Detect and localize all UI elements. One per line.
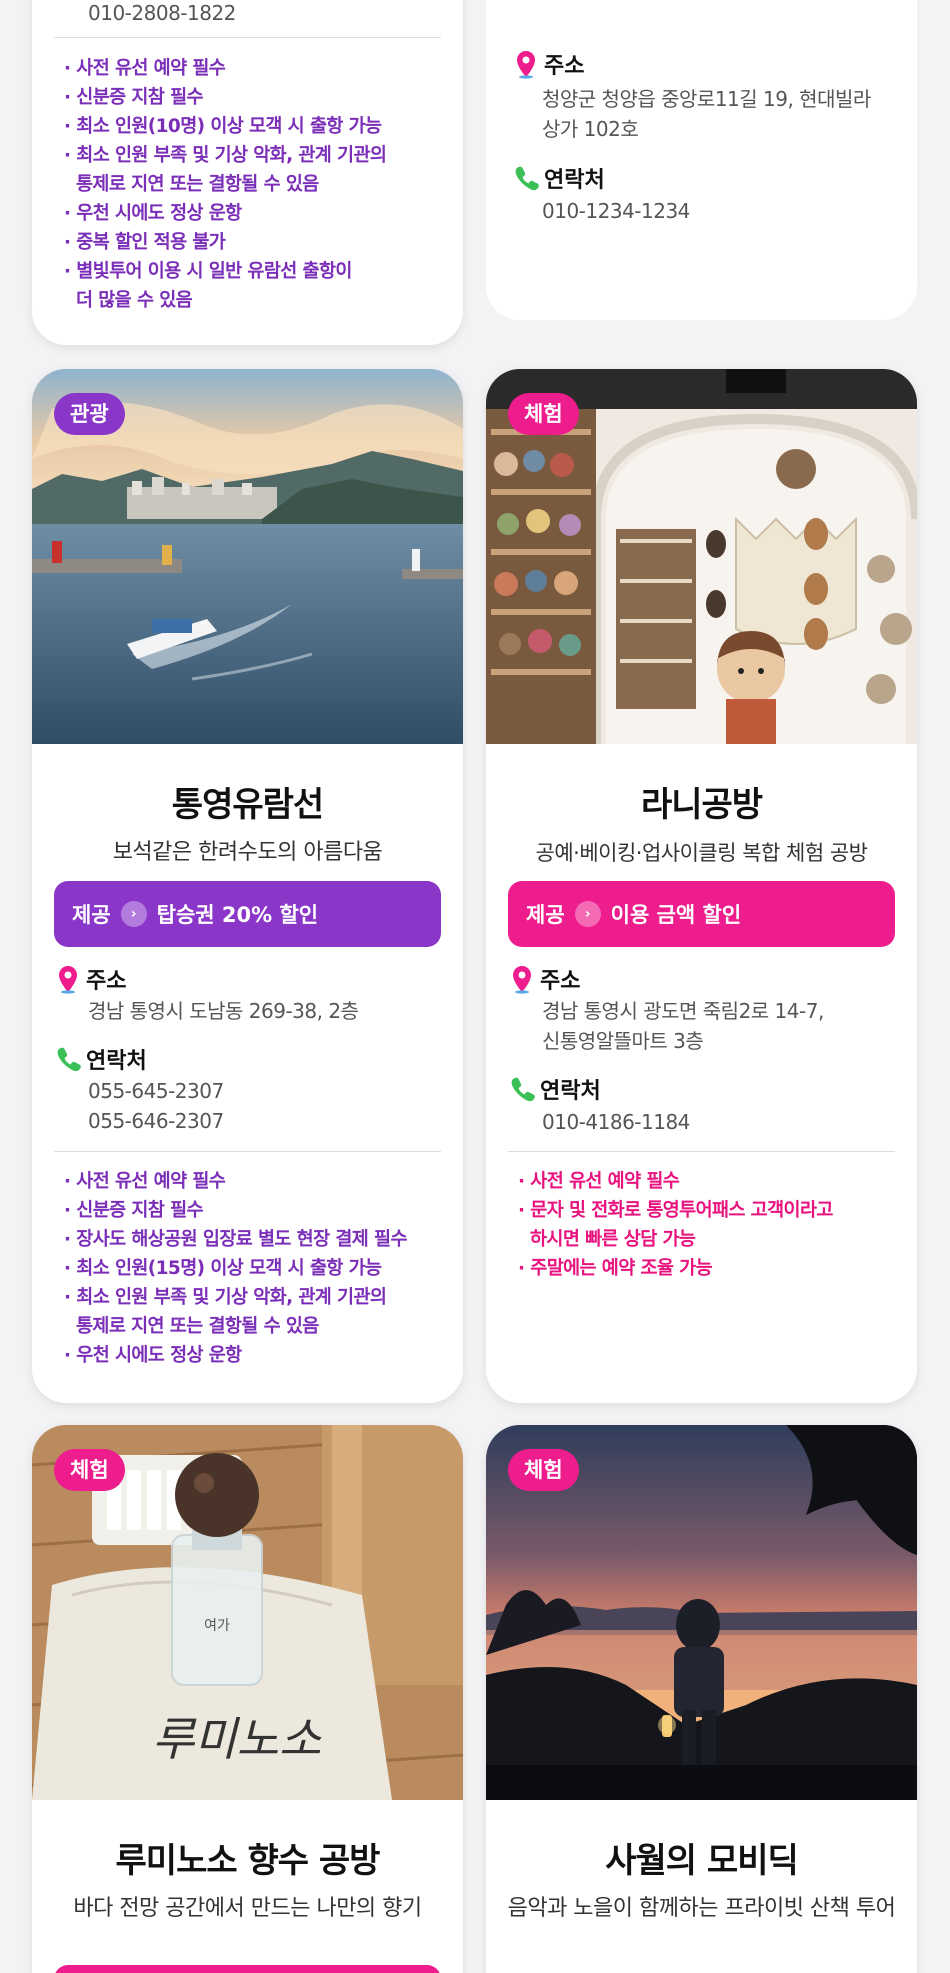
note-item: 우천 시에도 정상 운항 [64, 1341, 445, 1370]
contact-phone[interactable]: 055-645-2307 055-646-2307 [88, 1076, 445, 1136]
contact-label: 연락처 [512, 162, 605, 194]
note-item: 신분증 지참 필수 [64, 83, 445, 112]
contact-label: 연락처 [508, 1073, 601, 1105]
address-value: 청양군 청양읍 중앙로11길 19, 현대빌라 상가 102호 [542, 87, 871, 141]
offer-prefix: 제공 [72, 903, 111, 927]
card-rani-workshop[interactable]: 체험 라니공방 공예·베이킹·업사이클링 복합 체험 공방 제공 › 이용 금액… [486, 369, 917, 1403]
offer-banner[interactable]: 제공 › 이용 금액 할인 [508, 881, 895, 947]
divider [54, 37, 441, 38]
place-title: 사월의 모비딕 [605, 1841, 799, 1881]
contact-label-text: 연락처 [544, 168, 605, 193]
category-badge: 체험 [54, 1449, 125, 1491]
note-item: 문자 및 전화로 통영투어패스 고객이라고 하시면 빠른 상담 가능 [518, 1196, 899, 1254]
note-item: 사전 유선 예약 필수 [518, 1167, 899, 1196]
note-item: 최소 인원 부족 및 기상 악화, 관계 기관의 통제로 지연 또는 결항될 수… [64, 141, 445, 199]
place-subtitle: 음악과 노을이 함께하는 프라이빗 산책 투어 [507, 1896, 896, 1921]
bag-signature: 루미노소 [152, 1712, 322, 1766]
note-item: 신분증 지참 필수 [64, 1196, 445, 1225]
map-pin-icon [59, 966, 77, 994]
contact-label-text: 연락처 [86, 1049, 147, 1074]
note-item: 우천 시에도 정상 운항 [64, 199, 445, 228]
note-item: 중복 할인 적용 불가 [64, 228, 445, 257]
divider [508, 1151, 895, 1152]
notes-list: 사전 유선 예약 필수 신분증 지참 필수 최소 인원(10명) 이상 모객 시… [64, 54, 445, 315]
contact-phone: 010-1234-1234 [542, 199, 690, 223]
place-subtitle: 보석같은 한려수도의 아름다움 [112, 840, 383, 865]
contact-label: 연락처 [54, 1043, 147, 1075]
phone-icon [515, 166, 539, 191]
note-item: 최소 인원 부족 및 기상 악화, 관계 기관의 통제로 지연 또는 결항될 수… [64, 1283, 445, 1341]
card-cruise-star-tour: 010-2808-1822 사전 유선 예약 필수 신분증 지참 필수 최소 인… [32, 0, 463, 345]
offer-text: 탑승권 20% 할인 [156, 903, 319, 927]
address-label-text: 주소 [86, 969, 127, 994]
contact-phone[interactable]: 010-4186-1184 [542, 1107, 899, 1137]
card-tongyeong-cruise[interactable]: 관광 통영유람선 보석같은 한려수도의 아름다움 제공 › 탑승권 20% 할인… [32, 369, 463, 1403]
notes-list: 사전 유선 예약 필수 문자 및 전화로 통영투어패스 고객이라고 하시면 빠른… [518, 1167, 899, 1283]
notes-list: 사전 유선 예약 필수 신분증 지참 필수 장사도 해상공원 입장료 별도 현장… [64, 1167, 445, 1370]
phone-icon [57, 1047, 81, 1072]
card-luminoso-perfume[interactable]: 루미노소 여가 체험 루미노소 향수 공방 바다 전망 공간에서 만드는 나만의… [32, 1425, 463, 1973]
address-label: 주소 [512, 48, 584, 80]
note-item: 별빛투어 이용 시 일반 유람선 출항이 더 많을 수 있음 [64, 257, 445, 315]
offer-text: 이용 금액 할인 [610, 903, 742, 927]
chevron-right-icon: › [574, 901, 601, 927]
note-item: 사전 유선 예약 필수 [64, 1167, 445, 1196]
map-pin-icon [517, 51, 535, 79]
place-subtitle: 공예·베이킹·업사이클링 복합 체험 공방 [535, 841, 869, 865]
category-badge: 관광 [54, 393, 125, 435]
address-value: 경남 통영시 광도면 죽림2로 14-7, 신통영알뜰마트 3층 [542, 999, 824, 1053]
note-item: 주말에는 예약 조율 가능 [518, 1254, 899, 1283]
note-item: 장사도 해상공원 입장료 별도 현장 결제 필수 [64, 1225, 445, 1254]
offer-banner[interactable] [54, 1965, 441, 1973]
place-title: 통영유람선 [171, 785, 324, 825]
address-label-text: 주소 [540, 969, 581, 994]
note-item: 최소 인원(15명) 이상 모객 시 출항 가능 [64, 1254, 445, 1283]
place-title: 루미노소 향수 공방 [115, 1841, 381, 1881]
category-badge: 체험 [508, 393, 579, 435]
card-cheongyang-shop: 주소 청양군 청양읍 중앙로11길 19, 현대빌라 상가 102호 연락처 0… [486, 0, 917, 320]
bottle-label: 여가 [204, 1618, 230, 1634]
note-item: 사전 유선 예약 필수 [64, 54, 445, 83]
offer-prefix: 제공 [526, 903, 565, 927]
offer-banner[interactable]: 제공 › 탑승권 20% 할인 [54, 881, 441, 947]
address-value: 경남 통영시 도남동 269-38, 2층 [88, 999, 359, 1023]
card-april-mobydick[interactable]: 체험 사월의 모비딕 음악과 노을이 함께하는 프라이빗 산책 투어 [486, 1425, 917, 1973]
category-badge: 체험 [508, 1449, 579, 1491]
place-title: 라니공방 [640, 785, 763, 825]
contact-phone: 010-2808-1822 [88, 1, 236, 25]
place-subtitle: 바다 전망 공간에서 만드는 나만의 향기 [73, 1896, 422, 1921]
address-label: 주소 [54, 963, 126, 995]
note-item: 최소 인원(10명) 이상 모객 시 출항 가능 [64, 112, 445, 141]
phone-icon [511, 1077, 535, 1102]
chevron-right-icon: › [120, 901, 147, 927]
contact-label-text: 연락처 [540, 1079, 601, 1104]
map-pin-icon [513, 966, 531, 994]
address-label-text: 주소 [544, 54, 585, 79]
divider [54, 1151, 441, 1152]
address-label: 주소 [508, 963, 580, 995]
